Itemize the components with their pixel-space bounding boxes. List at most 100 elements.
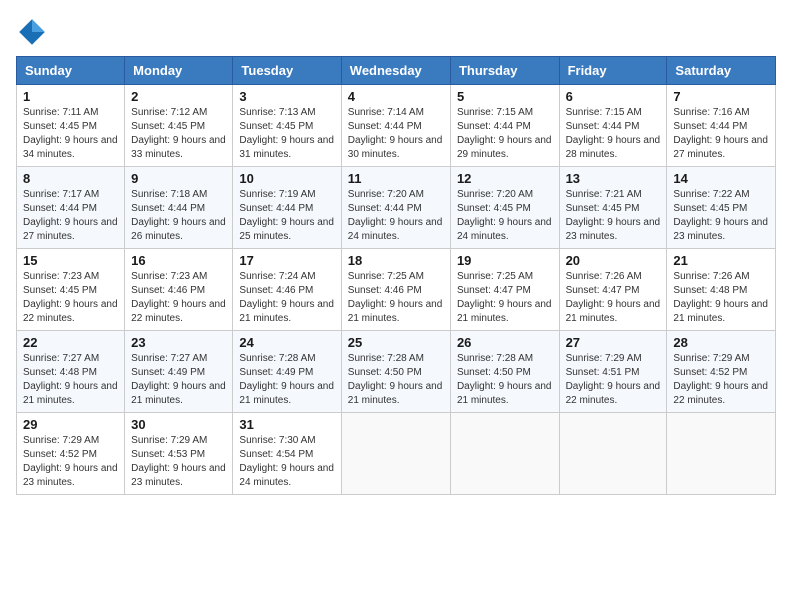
day-of-week-header: Sunday [17, 57, 125, 85]
day-number: 7 [673, 89, 769, 104]
day-number: 30 [131, 417, 226, 432]
calendar-cell [450, 413, 559, 495]
calendar-cell: 6 Sunrise: 7:15 AM Sunset: 4:44 PM Dayli… [559, 85, 667, 167]
day-number: 26 [457, 335, 553, 350]
day-info: Sunrise: 7:17 AM Sunset: 4:44 PM Dayligh… [23, 188, 118, 244]
calendar-cell: 9 Sunrise: 7:18 AM Sunset: 4:44 PM Dayli… [125, 167, 233, 249]
calendar-cell: 22 Sunrise: 7:27 AM Sunset: 4:48 PM Dayl… [17, 331, 125, 413]
day-number: 6 [566, 89, 661, 104]
day-number: 23 [131, 335, 226, 350]
day-number: 10 [239, 171, 334, 186]
calendar-table: SundayMondayTuesdayWednesdayThursdayFrid… [16, 56, 776, 495]
calendar-week-row: 29 Sunrise: 7:29 AM Sunset: 4:52 PM Dayl… [17, 413, 776, 495]
day-number: 8 [23, 171, 118, 186]
day-info: Sunrise: 7:16 AM Sunset: 4:44 PM Dayligh… [673, 106, 769, 162]
day-info: Sunrise: 7:20 AM Sunset: 4:44 PM Dayligh… [348, 188, 444, 244]
day-number: 2 [131, 89, 226, 104]
day-number: 1 [23, 89, 118, 104]
day-number: 27 [566, 335, 661, 350]
day-info: Sunrise: 7:23 AM Sunset: 4:46 PM Dayligh… [131, 270, 226, 326]
calendar-cell: 11 Sunrise: 7:20 AM Sunset: 4:44 PM Dayl… [341, 167, 450, 249]
day-info: Sunrise: 7:18 AM Sunset: 4:44 PM Dayligh… [131, 188, 226, 244]
day-number: 17 [239, 253, 334, 268]
day-number: 28 [673, 335, 769, 350]
calendar-cell: 26 Sunrise: 7:28 AM Sunset: 4:50 PM Dayl… [450, 331, 559, 413]
page-header [16, 16, 776, 48]
calendar-cell: 19 Sunrise: 7:25 AM Sunset: 4:47 PM Dayl… [450, 249, 559, 331]
calendar-cell: 16 Sunrise: 7:23 AM Sunset: 4:46 PM Dayl… [125, 249, 233, 331]
day-info: Sunrise: 7:28 AM Sunset: 4:49 PM Dayligh… [239, 352, 334, 408]
day-number: 11 [348, 171, 444, 186]
day-number: 25 [348, 335, 444, 350]
day-info: Sunrise: 7:14 AM Sunset: 4:44 PM Dayligh… [348, 106, 444, 162]
calendar-cell: 2 Sunrise: 7:12 AM Sunset: 4:45 PM Dayli… [125, 85, 233, 167]
day-info: Sunrise: 7:29 AM Sunset: 4:51 PM Dayligh… [566, 352, 661, 408]
day-info: Sunrise: 7:26 AM Sunset: 4:47 PM Dayligh… [566, 270, 661, 326]
day-of-week-header: Tuesday [233, 57, 341, 85]
calendar-cell: 27 Sunrise: 7:29 AM Sunset: 4:51 PM Dayl… [559, 331, 667, 413]
day-number: 20 [566, 253, 661, 268]
day-info: Sunrise: 7:12 AM Sunset: 4:45 PM Dayligh… [131, 106, 226, 162]
day-number: 9 [131, 171, 226, 186]
calendar-cell: 24 Sunrise: 7:28 AM Sunset: 4:49 PM Dayl… [233, 331, 341, 413]
day-info: Sunrise: 7:27 AM Sunset: 4:49 PM Dayligh… [131, 352, 226, 408]
day-info: Sunrise: 7:15 AM Sunset: 4:44 PM Dayligh… [566, 106, 661, 162]
calendar-cell: 1 Sunrise: 7:11 AM Sunset: 4:45 PM Dayli… [17, 85, 125, 167]
calendar-cell: 13 Sunrise: 7:21 AM Sunset: 4:45 PM Dayl… [559, 167, 667, 249]
day-info: Sunrise: 7:29 AM Sunset: 4:52 PM Dayligh… [673, 352, 769, 408]
day-number: 3 [239, 89, 334, 104]
day-number: 12 [457, 171, 553, 186]
calendar-cell: 29 Sunrise: 7:29 AM Sunset: 4:52 PM Dayl… [17, 413, 125, 495]
calendar-week-row: 22 Sunrise: 7:27 AM Sunset: 4:48 PM Dayl… [17, 331, 776, 413]
calendar-cell: 12 Sunrise: 7:20 AM Sunset: 4:45 PM Dayl… [450, 167, 559, 249]
day-info: Sunrise: 7:24 AM Sunset: 4:46 PM Dayligh… [239, 270, 334, 326]
calendar-cell: 20 Sunrise: 7:26 AM Sunset: 4:47 PM Dayl… [559, 249, 667, 331]
calendar-week-row: 1 Sunrise: 7:11 AM Sunset: 4:45 PM Dayli… [17, 85, 776, 167]
day-info: Sunrise: 7:26 AM Sunset: 4:48 PM Dayligh… [673, 270, 769, 326]
calendar-cell: 10 Sunrise: 7:19 AM Sunset: 4:44 PM Dayl… [233, 167, 341, 249]
day-info: Sunrise: 7:27 AM Sunset: 4:48 PM Dayligh… [23, 352, 118, 408]
day-info: Sunrise: 7:22 AM Sunset: 4:45 PM Dayligh… [673, 188, 769, 244]
day-info: Sunrise: 7:20 AM Sunset: 4:45 PM Dayligh… [457, 188, 553, 244]
day-info: Sunrise: 7:15 AM Sunset: 4:44 PM Dayligh… [457, 106, 553, 162]
day-of-week-header: Wednesday [341, 57, 450, 85]
calendar-cell [667, 413, 776, 495]
calendar-cell: 15 Sunrise: 7:23 AM Sunset: 4:45 PM Dayl… [17, 249, 125, 331]
day-number: 19 [457, 253, 553, 268]
day-number: 14 [673, 171, 769, 186]
day-number: 15 [23, 253, 118, 268]
day-of-week-header: Monday [125, 57, 233, 85]
day-number: 21 [673, 253, 769, 268]
calendar-week-row: 15 Sunrise: 7:23 AM Sunset: 4:45 PM Dayl… [17, 249, 776, 331]
calendar-cell: 30 Sunrise: 7:29 AM Sunset: 4:53 PM Dayl… [125, 413, 233, 495]
day-info: Sunrise: 7:19 AM Sunset: 4:44 PM Dayligh… [239, 188, 334, 244]
day-info: Sunrise: 7:28 AM Sunset: 4:50 PM Dayligh… [348, 352, 444, 408]
calendar-cell [341, 413, 450, 495]
logo-icon [16, 16, 48, 48]
calendar-cell: 31 Sunrise: 7:30 AM Sunset: 4:54 PM Dayl… [233, 413, 341, 495]
calendar-header-row: SundayMondayTuesdayWednesdayThursdayFrid… [17, 57, 776, 85]
day-number: 18 [348, 253, 444, 268]
calendar-week-row: 8 Sunrise: 7:17 AM Sunset: 4:44 PM Dayli… [17, 167, 776, 249]
day-info: Sunrise: 7:28 AM Sunset: 4:50 PM Dayligh… [457, 352, 553, 408]
day-info: Sunrise: 7:25 AM Sunset: 4:46 PM Dayligh… [348, 270, 444, 326]
day-number: 24 [239, 335, 334, 350]
calendar-cell: 4 Sunrise: 7:14 AM Sunset: 4:44 PM Dayli… [341, 85, 450, 167]
calendar-cell: 21 Sunrise: 7:26 AM Sunset: 4:48 PM Dayl… [667, 249, 776, 331]
day-number: 4 [348, 89, 444, 104]
calendar-cell: 3 Sunrise: 7:13 AM Sunset: 4:45 PM Dayli… [233, 85, 341, 167]
day-number: 5 [457, 89, 553, 104]
day-number: 29 [23, 417, 118, 432]
day-number: 31 [239, 417, 334, 432]
day-of-week-header: Saturday [667, 57, 776, 85]
calendar-cell: 7 Sunrise: 7:16 AM Sunset: 4:44 PM Dayli… [667, 85, 776, 167]
day-info: Sunrise: 7:30 AM Sunset: 4:54 PM Dayligh… [239, 434, 334, 490]
calendar-body: 1 Sunrise: 7:11 AM Sunset: 4:45 PM Dayli… [17, 85, 776, 495]
calendar-cell: 17 Sunrise: 7:24 AM Sunset: 4:46 PM Dayl… [233, 249, 341, 331]
day-info: Sunrise: 7:23 AM Sunset: 4:45 PM Dayligh… [23, 270, 118, 326]
day-info: Sunrise: 7:25 AM Sunset: 4:47 PM Dayligh… [457, 270, 553, 326]
calendar-cell: 23 Sunrise: 7:27 AM Sunset: 4:49 PM Dayl… [125, 331, 233, 413]
calendar-cell: 25 Sunrise: 7:28 AM Sunset: 4:50 PM Dayl… [341, 331, 450, 413]
day-info: Sunrise: 7:29 AM Sunset: 4:52 PM Dayligh… [23, 434, 118, 490]
day-number: 22 [23, 335, 118, 350]
